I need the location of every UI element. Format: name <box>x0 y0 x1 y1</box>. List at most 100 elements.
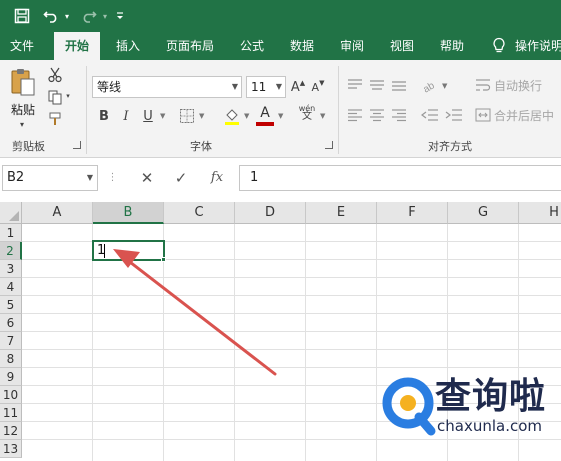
undo-dropdown-icon[interactable]: ▾ <box>62 6 72 26</box>
font-color-dropdown-icon[interactable]: ▼ <box>278 112 283 120</box>
name-box[interactable]: B2 ▼ <box>2 165 98 191</box>
lightbulb-icon[interactable] <box>492 32 512 60</box>
paste-dropdown-icon[interactable]: ▾ <box>14 118 30 130</box>
row-header-13[interactable]: 13 <box>0 440 22 458</box>
tab-review[interactable]: 审阅 <box>332 32 372 60</box>
orientation-icon[interactable]: ab <box>420 76 440 94</box>
row-header-5[interactable]: 5 <box>0 296 22 314</box>
italic-button[interactable]: I <box>118 106 134 126</box>
align-left-icon[interactable] <box>346 106 364 124</box>
caret-down-icon: ▼ <box>319 79 325 87</box>
column-header-g[interactable]: G <box>448 202 519 224</box>
decrease-indent-icon[interactable] <box>420 106 440 124</box>
merge-center-icon[interactable] <box>474 106 492 124</box>
title-bar: ▾ ▾ <box>0 0 561 32</box>
column-header-h[interactable]: H <box>519 202 561 224</box>
align-bottom-icon[interactable] <box>390 76 408 94</box>
font-size-select[interactable]: 11 ▼ <box>246 76 286 98</box>
tab-view[interactable]: 视图 <box>382 32 422 60</box>
underline-dropdown-icon[interactable]: ▼ <box>160 112 165 120</box>
tab-formulas[interactable]: 公式 <box>232 32 272 60</box>
borders-dropdown-icon[interactable]: ▼ <box>199 112 204 120</box>
shrink-font-button[interactable]: A ▼ <box>310 76 326 98</box>
tab-help[interactable]: 帮助 <box>432 32 472 60</box>
tab-page-layout[interactable]: 页面布局 <box>158 32 222 60</box>
tell-me-search[interactable]: 操作说明 <box>515 32 561 60</box>
clipboard-launcher-icon[interactable] <box>73 141 81 149</box>
enter-entry-button[interactable]: ✓ <box>168 165 194 191</box>
gridline <box>22 349 561 350</box>
row-header-6[interactable]: 6 <box>0 314 22 332</box>
merge-center-button[interactable]: 合并后居中 <box>494 106 560 124</box>
select-all-button[interactable] <box>0 202 22 224</box>
phonetic-guide-button[interactable]: wén 文 <box>296 102 318 124</box>
align-middle-icon[interactable] <box>368 76 386 94</box>
customize-qat-icon[interactable] <box>114 6 126 26</box>
chevron-down-icon: ▼ <box>275 82 282 91</box>
fill-color-icon[interactable] <box>222 106 242 126</box>
row-header-2[interactable]: 2 <box>0 242 22 260</box>
svg-text:ab: ab <box>421 80 437 93</box>
format-painter-icon[interactable] <box>46 110 64 128</box>
formula-bar-splitter-icon[interactable]: ⋮ <box>104 165 120 191</box>
font-group-label: 字体 <box>190 140 212 153</box>
name-box-value: B2 <box>7 170 25 185</box>
insert-function-button[interactable]: fx <box>204 165 230 191</box>
redo-dropdown-icon[interactable]: ▾ <box>100 6 110 26</box>
tab-file[interactable]: 文件 <box>4 32 40 60</box>
row-header-1[interactable]: 1 <box>0 224 22 242</box>
bold-button[interactable]: B <box>96 106 112 126</box>
wrap-text-button[interactable]: 自动换行 <box>494 76 556 94</box>
font-launcher-icon[interactable] <box>325 141 333 149</box>
tab-home[interactable]: 开始 <box>54 32 100 60</box>
fill-color-dropdown-icon[interactable]: ▼ <box>244 112 249 120</box>
borders-icon[interactable] <box>178 106 196 126</box>
row-header-4[interactable]: 4 <box>0 278 22 296</box>
save-icon[interactable] <box>12 6 32 26</box>
wrap-text-icon[interactable] <box>474 76 492 94</box>
undo-icon[interactable] <box>40 6 62 26</box>
font-name-value: 等线 <box>97 80 122 94</box>
underline-button[interactable]: U <box>140 106 156 126</box>
tab-insert[interactable]: 插入 <box>108 32 148 60</box>
align-right-icon[interactable] <box>390 106 408 124</box>
row-header-11[interactable]: 11 <box>0 404 22 422</box>
cut-icon[interactable] <box>46 66 64 84</box>
copy-icon[interactable] <box>46 88 64 106</box>
formula-input[interactable]: 1 <box>239 165 561 191</box>
column-header-e[interactable]: E <box>306 202 377 224</box>
column-header-d[interactable]: D <box>235 202 306 224</box>
row-header-7[interactable]: 7 <box>0 332 22 350</box>
grow-font-button[interactable]: A ▲ <box>290 76 306 98</box>
chevron-down-icon: ▼ <box>86 173 93 182</box>
align-top-icon[interactable] <box>346 76 364 94</box>
select-all-triangle-icon <box>9 211 19 221</box>
phonetic-dropdown-icon[interactable]: ▼ <box>320 112 325 120</box>
shrink-font-label: A <box>311 80 320 94</box>
font-color-button[interactable]: A <box>256 104 274 122</box>
align-center-icon[interactable] <box>368 106 386 124</box>
row-header-9[interactable]: 9 <box>0 368 22 386</box>
watermark-text: 查询啦 <box>435 376 547 417</box>
alignment-group-label: 对齐方式 <box>428 140 472 153</box>
redo-icon[interactable] <box>78 6 100 26</box>
orientation-dropdown-icon[interactable]: ▼ <box>442 82 447 90</box>
increase-indent-icon[interactable] <box>444 106 464 124</box>
row-header-12[interactable]: 12 <box>0 422 22 440</box>
font-name-select[interactable]: 等线 ▼ <box>92 76 242 98</box>
text-cursor <box>104 244 105 258</box>
column-header-b[interactable]: B <box>93 202 164 224</box>
tab-data[interactable]: 数据 <box>282 32 322 60</box>
column-header-a[interactable]: A <box>22 202 93 224</box>
copy-dropdown-icon[interactable]: ▾ <box>64 90 72 102</box>
column-header-c[interactable]: C <box>164 202 235 224</box>
row-header-3[interactable]: 3 <box>0 260 22 278</box>
paste-button[interactable]: 粘贴 <box>6 100 40 118</box>
row-header-8[interactable]: 8 <box>0 350 22 368</box>
column-header-f[interactable]: F <box>377 202 448 224</box>
row-header-10[interactable]: 10 <box>0 386 22 404</box>
group-divider <box>338 66 339 154</box>
paste-icon[interactable] <box>8 66 38 98</box>
cancel-entry-button[interactable]: ✕ <box>134 165 160 191</box>
caret-up-icon: ▲ <box>299 79 306 87</box>
